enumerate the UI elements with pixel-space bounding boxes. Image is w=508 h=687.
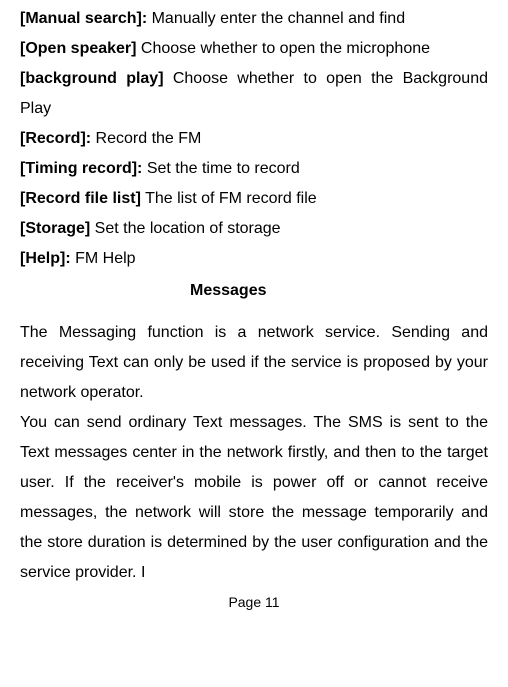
definition-row: [Timing record]: Set the time to record xyxy=(20,154,488,184)
definition-row: [Storage] Set the location of storage xyxy=(20,214,488,244)
definition-desc: Record the FM xyxy=(91,130,201,147)
definition-row: [Record]: Record the FM xyxy=(20,124,488,154)
section-heading-text: Messages xyxy=(80,276,428,306)
definition-label: [Record]: xyxy=(20,130,91,147)
document-page: [Manual search]: Manually enter the chan… xyxy=(0,0,508,687)
definition-row: [Open speaker] Choose whether to open th… xyxy=(20,34,488,64)
definition-label: [Manual search]: xyxy=(20,10,147,27)
definition-label: [Record file list] xyxy=(20,190,141,207)
page-footer: Page 11 xyxy=(20,594,488,610)
definition-desc: Choose whether to open the microphone xyxy=(136,40,430,57)
definition-label: [background play] xyxy=(20,70,164,87)
definition-label: [Open speaker] xyxy=(20,40,136,57)
definition-row: [Help]: FM Help xyxy=(20,244,488,274)
definition-label: [Storage] xyxy=(20,220,90,237)
definition-desc: Set the location of storage xyxy=(90,220,280,237)
definition-desc: Set the time to record xyxy=(142,160,299,177)
definition-label: [Timing record]: xyxy=(20,160,142,177)
definition-desc: Manually enter the channel and find xyxy=(147,10,405,27)
definition-row: [Manual search]: Manually enter the chan… xyxy=(20,4,488,34)
definition-row: [Record file list] The list of FM record… xyxy=(20,184,488,214)
body-paragraph: You can send ordinary Text messages. The… xyxy=(20,408,488,588)
definition-label: [Help]: xyxy=(20,250,71,267)
body-paragraph: The Messaging function is a network serv… xyxy=(20,318,488,408)
section-heading: Messages xyxy=(20,276,488,306)
definition-desc: FM Help xyxy=(71,250,136,267)
definition-row: [background play] Choose whether to open… xyxy=(20,64,488,124)
definition-desc: The list of FM record file xyxy=(141,190,317,207)
